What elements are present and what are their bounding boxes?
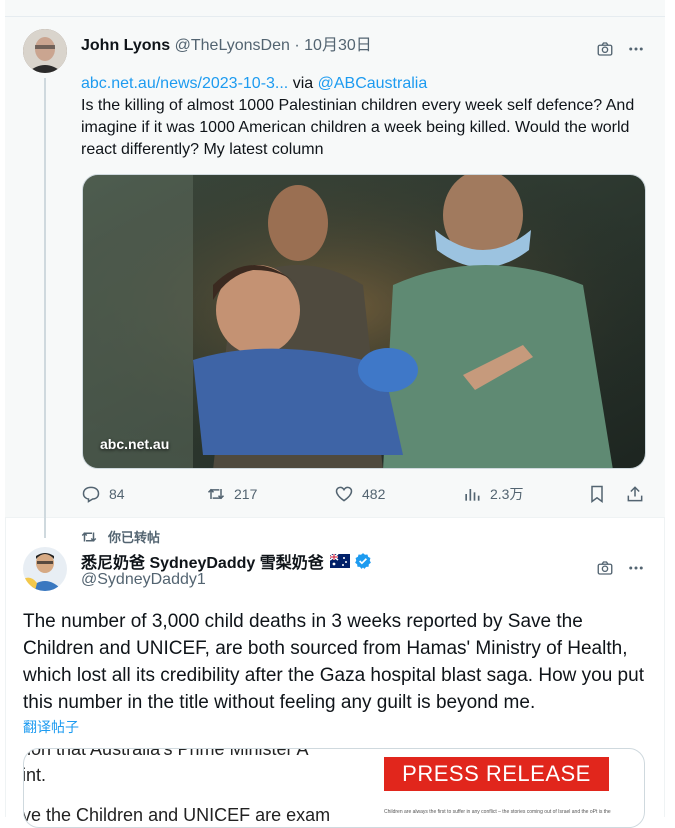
thread-line <box>44 78 46 538</box>
divider <box>5 16 665 17</box>
media-text-line: ve the Children and UNICEF are exam <box>23 805 331 825</box>
author-handle[interactable]: @TheLyonsDen <box>175 37 290 54</box>
like-count: 482 <box>362 486 386 502</box>
tweet-photo[interactable]: abc.net.au <box>82 174 646 469</box>
separator: · <box>294 37 300 54</box>
share-icon[interactable] <box>624 483 646 505</box>
main-tweet-header: 悉尼奶爸 SydneyDaddy 雪梨奶爸 <box>81 549 372 573</box>
link-line: abc.net.au/news/2023-10-3... via @ABCaus… <box>81 73 641 95</box>
verified-badge-icon[interactable] <box>354 552 372 570</box>
media-text-line: int. <box>23 765 47 785</box>
reply-count: 84 <box>109 486 125 502</box>
author-name[interactable]: John Lyons <box>81 37 170 54</box>
camera-icon[interactable] <box>594 38 616 60</box>
retweet-icon <box>207 488 225 500</box>
bookmark-icon[interactable] <box>586 483 608 505</box>
avatar[interactable] <box>23 29 67 73</box>
retweet-count: 217 <box>234 486 258 502</box>
views-icon <box>465 489 480 501</box>
retweet-button[interactable]: 217 <box>206 484 257 504</box>
reply-icon <box>82 486 100 503</box>
reply-button[interactable]: 84 <box>81 484 125 504</box>
quoted-tweet-header: John Lyons @TheLyonsDen · 10月30日 <box>81 31 372 55</box>
retweet-banner-label[interactable]: 你已转帖 <box>108 527 160 546</box>
article-link[interactable]: abc.net.au/news/2023-10-3... <box>81 75 288 92</box>
tweet-media-preview[interactable]: tion that Australia's Prime Minister A i… <box>23 748 645 828</box>
retweet-icon <box>81 531 97 542</box>
tweet-date[interactable]: 10月30日 <box>304 37 372 54</box>
retweet-banner: 你已转帖 <box>80 527 160 546</box>
more-options-icon[interactable] <box>625 557 647 579</box>
press-release-banner: PRESS RELEASE <box>384 757 609 791</box>
press-release-small-text: Children are always the first to suffer … <box>384 809 611 815</box>
heart-icon <box>335 486 353 502</box>
author-name[interactable]: 悉尼奶爸 SydneyDaddy 雪梨奶爸 <box>81 549 324 573</box>
more-options-icon[interactable] <box>625 38 647 60</box>
via-handle-link[interactable]: @ABCaustralia <box>318 75 428 92</box>
main-tweet-text: The number of 3,000 child deaths in 3 we… <box>23 611 644 713</box>
translate-post-link[interactable]: 翻译帖子 <box>23 717 79 737</box>
photo-source-label: abc.net.au <box>100 436 170 452</box>
flag-icon <box>329 553 350 568</box>
via-text: via <box>292 75 314 92</box>
avatar[interactable] <box>23 547 67 591</box>
quoted-tweet-text: Is the killing of almost 1000 Palestinia… <box>81 97 635 158</box>
press-release-label: PRESS RELEASE <box>402 761 591 786</box>
views-button[interactable]: 2.3万 <box>462 484 523 504</box>
camera-icon[interactable] <box>594 557 616 579</box>
media-text-line: tion that Australia's Prime Minister A <box>23 748 309 759</box>
author-handle[interactable]: @SydneyDaddy1 <box>81 571 206 589</box>
like-button[interactable]: 482 <box>334 484 385 504</box>
views-count: 2.3万 <box>490 486 524 502</box>
